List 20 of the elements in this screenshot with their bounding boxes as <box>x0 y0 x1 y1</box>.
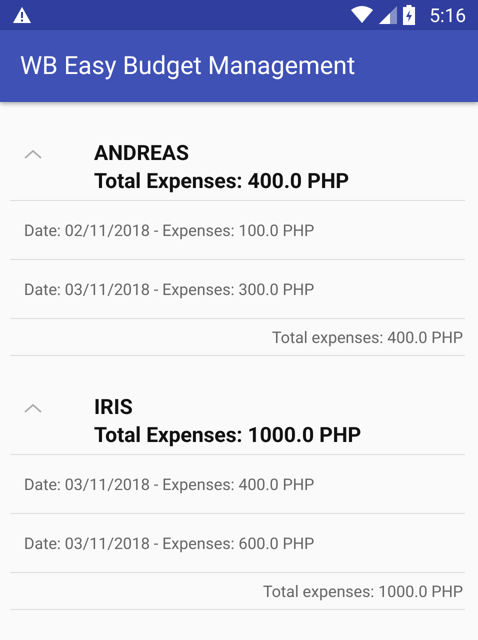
group-name: ANDREAS <box>94 141 190 168</box>
chevron-icon <box>24 149 42 159</box>
group-name: IRIS <box>94 395 134 422</box>
expense-row[interactable]: Date: 03/11/2018 - Expenses: 300.0 PHP <box>10 260 465 319</box>
expense-row[interactable]: Date: 02/11/2018 - Expenses: 100.0 PHP <box>10 201 465 260</box>
clock-time: 5:16 <box>429 4 466 26</box>
group-footer-total: Total expenses: 1000.0 PHP <box>262 582 463 600</box>
expense-row[interactable]: Date: 03/11/2018 - Expenses: 400.0 PHP <box>10 455 465 514</box>
group-total: Total Expenses: 400.0 PHP <box>94 169 350 196</box>
app-title: WB Easy Budget Management <box>20 52 356 80</box>
signal-icon <box>379 6 398 24</box>
battery-icon <box>403 5 416 25</box>
group-total: Total Expenses: 1000.0 PHP <box>94 423 362 450</box>
group-header[interactable]: ANDREAS Total Expenses: 400.0 PHP <box>10 122 465 201</box>
warning-icon <box>12 6 32 24</box>
expense-row[interactable]: Date: 03/11/2018 - Expenses: 600.0 PHP <box>10 514 465 573</box>
group-footer-total: Total expenses: 400.0 PHP <box>272 328 463 346</box>
wifi-icon <box>351 6 374 24</box>
group-header[interactable]: IRIS Total Expenses: 1000.0 PHP <box>10 376 465 455</box>
chevron-icon <box>24 403 42 413</box>
